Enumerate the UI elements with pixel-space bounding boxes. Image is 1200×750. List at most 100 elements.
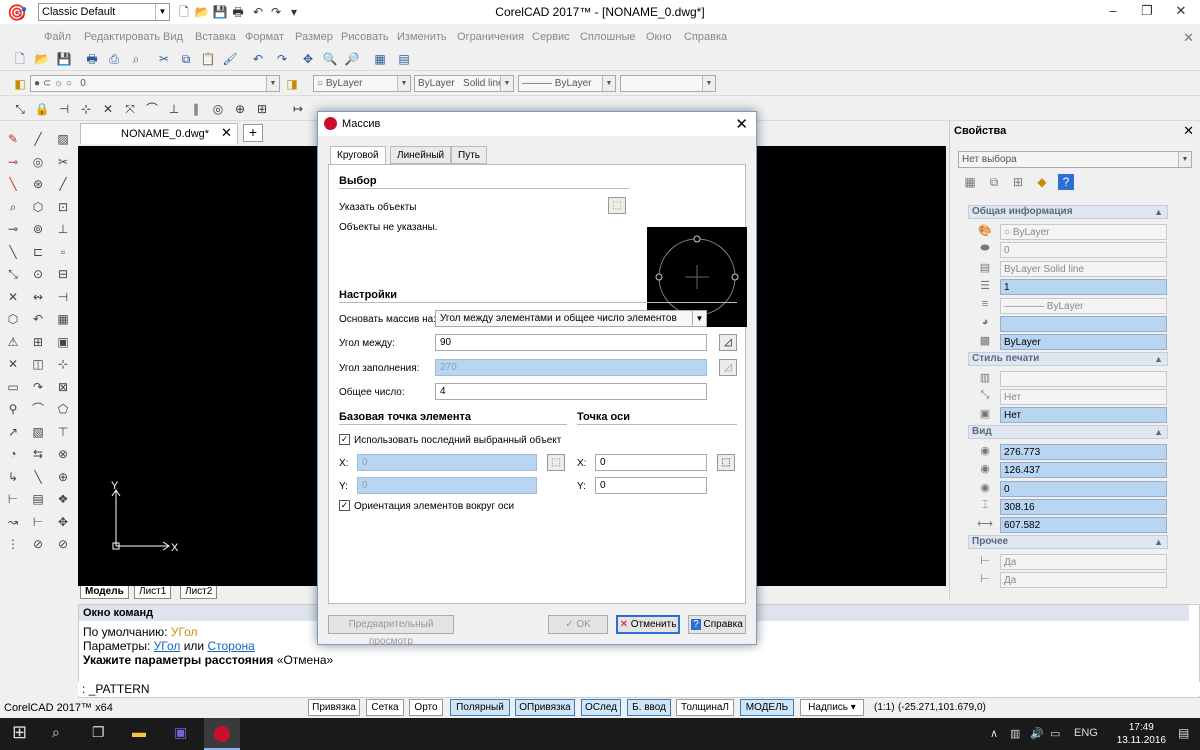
menu-edit[interactable]: Редактировать xyxy=(84,31,160,43)
menu-format[interactable]: Формат xyxy=(245,31,284,43)
divide-icon[interactable]: ⊣ xyxy=(54,288,72,306)
menu-dimension[interactable]: Размер xyxy=(295,31,333,43)
copy-icon[interactable]: ⊟ xyxy=(54,265,72,283)
menu-modify[interactable]: Изменить xyxy=(397,31,447,43)
filter-icon[interactable]: ⊞ xyxy=(1010,174,1026,190)
use-last-checkbox[interactable]: ✓ xyxy=(339,434,350,445)
snap-int-icon[interactable]: ✕ xyxy=(100,101,116,117)
edit-icon[interactable]: ✎ xyxy=(4,130,22,148)
prop-center-y-value[interactable]: 126.437 xyxy=(1000,462,1167,478)
prop-ucs-on-value[interactable]: Да xyxy=(1000,554,1167,570)
menu-constraints[interactable]: Ограничения xyxy=(457,31,524,43)
prop-transparency-value[interactable]: ByLayer xyxy=(1000,334,1167,350)
axis-point-pick-icon[interactable]: ⬚ xyxy=(717,454,735,471)
cut-icon[interactable]: ✂ xyxy=(54,153,72,171)
hatch-icon[interactable]: ▧ xyxy=(29,423,47,441)
dim-linear-icon[interactable]: ↦ xyxy=(290,101,306,117)
join-icon[interactable]: ⊗ xyxy=(54,445,72,463)
tab-sheet2[interactable]: Лист2 xyxy=(180,586,218,599)
move-icon[interactable]: ⇆ xyxy=(29,445,47,463)
snap-perp-icon[interactable]: ⊥ xyxy=(166,101,182,117)
restore-icon[interactable]: ❐ xyxy=(1130,0,1164,24)
save-icon[interactable]: 💾 xyxy=(56,51,72,67)
angle-between-input[interactable]: 90 xyxy=(435,334,707,351)
snap-par-icon[interactable]: ∥ xyxy=(188,101,204,117)
close-icon[interactable]: ✕ xyxy=(1164,0,1198,24)
helix-icon[interactable]: ↝ xyxy=(4,513,22,531)
pan-icon[interactable]: ✥ xyxy=(300,51,316,67)
menu-solids[interactable]: Сплошные xyxy=(580,31,635,43)
tab-linear[interactable]: Линейный xyxy=(390,146,452,164)
lengthen-icon[interactable]: ⚲ xyxy=(4,400,22,418)
redo-icon[interactable]: ↷ xyxy=(274,51,290,67)
brush-icon[interactable]: 🖌 xyxy=(222,51,238,67)
fill-angle-input[interactable]: 270 xyxy=(435,359,707,376)
offset-icon[interactable]: ⊢ xyxy=(29,513,47,531)
base-on-select[interactable]: Угол между элементами и общее число элем… xyxy=(435,310,707,327)
fill-angle-pick-icon[interactable]: ◿ xyxy=(719,359,737,376)
insert-icon[interactable]: ⊕ xyxy=(54,468,72,486)
table-icon[interactable]: ⊞ xyxy=(29,333,47,351)
orient-checkbox[interactable]: ✓ xyxy=(339,500,350,511)
menu-tools[interactable]: Сервис xyxy=(532,31,570,43)
ellipse-icon[interactable]: ⊛ xyxy=(29,175,47,193)
snap-toggle[interactable]: Привязка xyxy=(308,699,360,716)
layer-select[interactable]: ● ⊂ ☼ ○ 0 ▼ xyxy=(30,75,280,92)
windows-start-icon[interactable]: ⊞ xyxy=(12,722,27,743)
chamfer-icon[interactable]: ⊢ xyxy=(4,490,22,508)
erase-icon[interactable]: ⊘ xyxy=(29,535,47,553)
annotation-select[interactable]: Надпись ▾ xyxy=(800,699,864,716)
extend-icon[interactable]: ✕ xyxy=(4,355,22,373)
menu-insert[interactable]: Вставка xyxy=(195,31,236,43)
donut-icon[interactable]: ⊚ xyxy=(29,220,47,238)
prop-center-x-value[interactable]: 276.773 xyxy=(1000,444,1167,460)
open-icon[interactable]: 📂 xyxy=(34,51,50,67)
lock-icon[interactable]: 🔒 xyxy=(34,101,50,117)
text-icon[interactable]: ▫ xyxy=(54,243,72,261)
linetype-select[interactable]: ByLayer Solid line ▼ xyxy=(414,75,514,92)
prop-width-value[interactable]: 607.582 xyxy=(1000,517,1167,533)
base-x-input[interactable]: 0 xyxy=(357,454,537,471)
volume-icon[interactable]: 🔊 xyxy=(1030,727,1044,740)
minimize-icon[interactable]: – xyxy=(1096,0,1130,24)
language-indicator[interactable]: ENG xyxy=(1074,727,1098,739)
zoom-icon[interactable]: ⌕ xyxy=(4,198,22,216)
cancel-button[interactable]: ✕ Отменить xyxy=(616,615,680,634)
command-input[interactable]: : _PATTERN xyxy=(78,682,1200,696)
prop-ltscale-value[interactable]: 1 xyxy=(1000,279,1167,295)
help-icon[interactable]: ? xyxy=(1058,174,1074,190)
color-select[interactable]: ○ ByLayer ▼ xyxy=(313,75,411,92)
plotstyle-select[interactable]: ▼ xyxy=(620,75,716,92)
arc-icon[interactable]: ↗ xyxy=(4,423,22,441)
prop-center-z-value[interactable]: 0 xyxy=(1000,481,1167,497)
snap-ext-icon[interactable]: ⤧ xyxy=(122,101,138,117)
block-icon[interactable]: ◫ xyxy=(29,355,47,373)
break-icon[interactable]: ◔ xyxy=(4,445,22,463)
close-icon[interactable]: ✕ xyxy=(1183,123,1194,139)
angle-pick-icon[interactable]: ◿ xyxy=(719,334,737,351)
ok-button[interactable]: ✓ OK xyxy=(548,615,608,634)
section-view[interactable]: Вид ▲ xyxy=(968,425,1168,439)
axis-y-input[interactable]: 0 xyxy=(595,477,707,494)
section-general[interactable]: Общая информация ▲ xyxy=(968,205,1168,219)
otrack-toggle[interactable]: ОСлед xyxy=(581,699,621,716)
tab-circular[interactable]: Круговой xyxy=(330,146,386,165)
redo-icon[interactable]: ↷ xyxy=(29,378,47,396)
menu-file[interactable]: Файл xyxy=(44,31,71,43)
smart-icon[interactable]: ❖ xyxy=(54,490,72,508)
prop-lineweight-value[interactable]: ———— ByLayer xyxy=(1000,298,1167,314)
zoom-icon[interactable]: ⌕ xyxy=(128,51,144,67)
pick-icon[interactable]: ◆ xyxy=(1034,174,1050,190)
total-input[interactable]: 4 xyxy=(435,383,707,400)
battery-icon[interactable]: ▭ xyxy=(1050,727,1060,740)
spline-icon[interactable]: ↳ xyxy=(4,468,22,486)
base-y-input[interactable]: 0 xyxy=(357,477,537,494)
ortho-toggle[interactable]: Орто xyxy=(409,699,443,716)
new-tab-icon[interactable]: + xyxy=(243,124,263,142)
lineweight-select[interactable]: ——— ByLayer ▼ xyxy=(518,75,616,92)
network-icon[interactable]: ▥ xyxy=(1010,727,1020,740)
quick-select-icon[interactable]: ⧉ xyxy=(986,174,1002,190)
properties-icon[interactable]: ▤ xyxy=(396,51,412,67)
prop-color-value[interactable]: ○ ByLayer xyxy=(1000,224,1167,240)
select-all-icon[interactable]: ▦ xyxy=(962,174,978,190)
